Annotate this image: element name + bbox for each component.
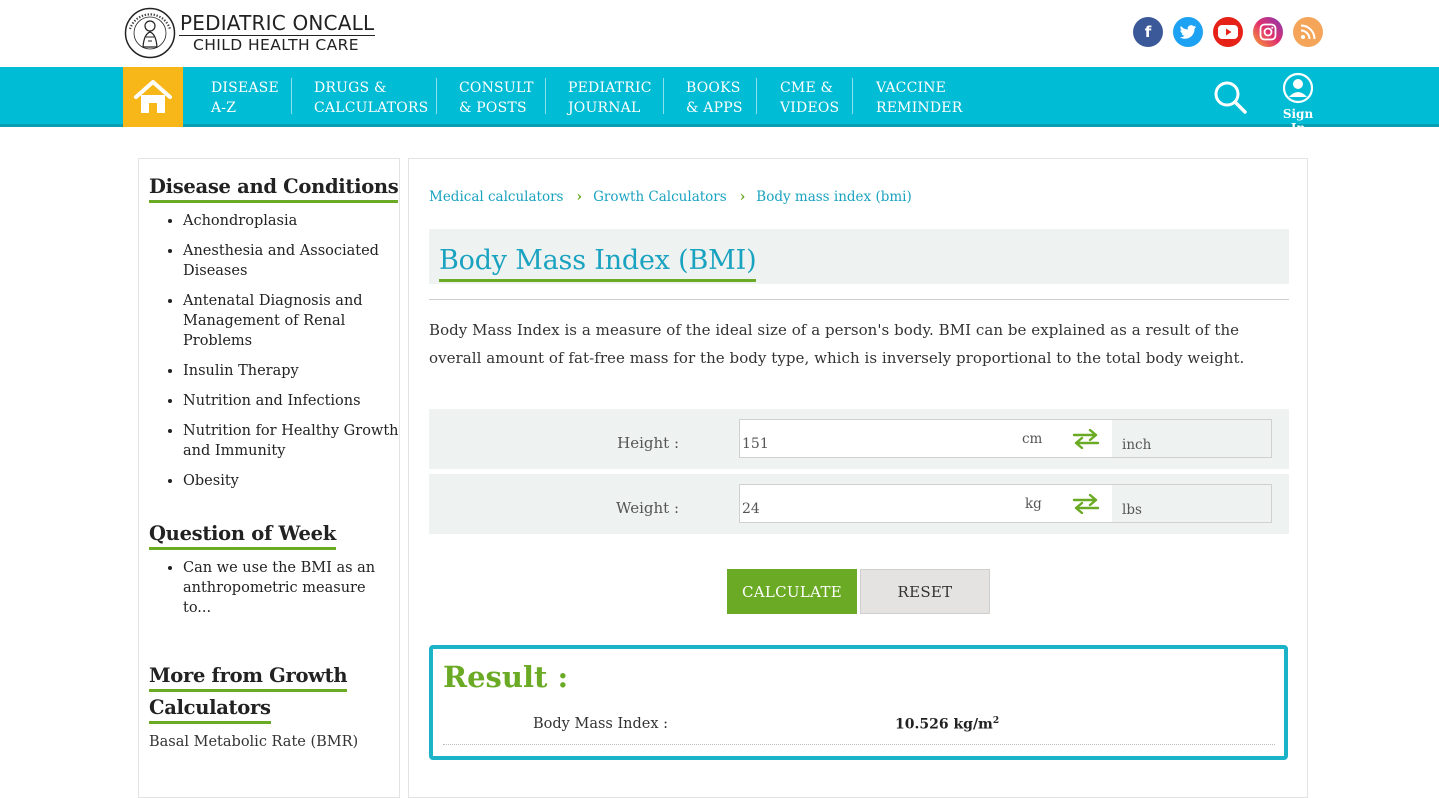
nav-label: & POSTS <box>459 100 527 116</box>
weight-unit-kg: kg <box>1025 496 1042 512</box>
facebook-icon[interactable]: f <box>1133 17 1163 47</box>
calculate-button[interactable]: CALCULATE <box>727 569 857 614</box>
nav-drugs-calculators[interactable]: DRUGS & CALCULATORS <box>314 78 428 118</box>
nav-label: REMINDER <box>876 100 963 116</box>
result-heading: Result : <box>443 660 569 694</box>
nav-label: VIDEOS <box>780 100 840 116</box>
result-unit-exponent: 2 <box>992 716 1000 726</box>
nav-pediatric-journal[interactable]: PEDIATRIC JOURNAL <box>568 78 652 118</box>
height-input[interactable] <box>740 420 1112 457</box>
list-item[interactable]: Obesity <box>183 471 399 491</box>
search-icon[interactable] <box>1212 79 1248 115</box>
page-description: Body Mass Index is a measure of the idea… <box>429 321 1245 367</box>
nav-label: CME & <box>780 80 834 96</box>
nav-cme-videos[interactable]: CME & VIDEOS <box>780 78 839 118</box>
twitter-icon[interactable] <box>1173 17 1203 47</box>
nav-label: DRUGS & <box>314 80 387 96</box>
nav-label: BOOKS <box>686 80 741 96</box>
rss-icon[interactable] <box>1293 17 1323 47</box>
main-navbar: DISEASE A-Z DRUGS & CALCULATORS CONSULT … <box>0 67 1439 135</box>
sidebar-link-bmr[interactable]: Basal Metabolic Rate (BMR) <box>149 734 358 750</box>
breadcrumb: Medical calculators › Growth Calculators… <box>429 189 912 205</box>
site-header: PEDIATRIC ONCALL CHILD HEALTH CARE f <box>0 0 1439 67</box>
nav-label: DISEASE <box>211 80 279 96</box>
breadcrumb-item[interactable]: Medical calculators <box>429 189 563 205</box>
youtube-icon[interactable] <box>1213 17 1243 47</box>
list-item[interactable]: Anesthesia and Associated Diseases <box>183 241 399 281</box>
disease-list: Achondroplasia Anesthesia and Associated… <box>139 211 399 501</box>
sign-in-button[interactable]: Sign In <box>1274 72 1322 135</box>
height-label: Height : <box>617 434 679 452</box>
nav-books-apps[interactable]: BOOKS & APPS <box>686 78 743 118</box>
page-title: Body Mass Index (BMI) <box>439 243 757 282</box>
chevron-right-icon: › <box>739 189 746 205</box>
list-item[interactable]: Antenatal Diagnosis and Management of Re… <box>183 291 399 351</box>
nav-label: A-Z <box>211 100 237 116</box>
height-field-group: cm inch <box>739 419 1272 458</box>
sidebar-heading-growth-line1: More from Growth <box>149 662 348 692</box>
breadcrumb-item[interactable]: Growth Calculators <box>593 189 727 205</box>
user-icon <box>1282 72 1314 104</box>
nav-divider <box>291 78 292 114</box>
sidebar-heading-question: Question of Week <box>149 520 336 550</box>
weight-row: Weight : kg lbs <box>429 474 1289 534</box>
home-icon <box>134 80 172 113</box>
divider <box>429 299 1289 300</box>
nav-divider <box>663 78 664 114</box>
swap-units-icon[interactable] <box>1072 494 1100 514</box>
weight-unit-lbs[interactable]: lbs <box>1122 502 1142 518</box>
height-row: Height : cm inch <box>429 409 1289 469</box>
nav-divider <box>756 78 757 114</box>
result-value-text: 10.526 kg/m <box>895 716 993 733</box>
instagram-icon[interactable] <box>1253 17 1283 47</box>
list-item[interactable]: Nutrition for Healthy Growth and Immunit… <box>183 421 399 461</box>
nav-vaccine-reminder[interactable]: VACCINE REMINDER <box>876 78 962 118</box>
nav-label: JOURNAL <box>568 100 641 116</box>
list-item[interactable]: Can we use the BMI as an anthropometric … <box>183 558 379 618</box>
nav-disease-a-z[interactable]: DISEASE A-Z <box>211 78 279 118</box>
nav-label: PEDIATRIC <box>568 80 652 96</box>
home-button[interactable] <box>123 67 183 127</box>
chevron-right-icon: › <box>576 189 583 205</box>
nav-label: & APPS <box>686 100 743 116</box>
height-unit-cm: cm <box>1022 431 1043 447</box>
nav-label: VACCINE <box>876 80 947 96</box>
main-content: Medical calculators › Growth Calculators… <box>408 158 1308 798</box>
breadcrumb-item[interactable]: Body mass index (bmi) <box>756 189 911 205</box>
result-panel: Result : Body Mass Index : 10.526 kg/m2 <box>429 645 1288 760</box>
nav-label: CONSULT <box>459 80 534 96</box>
sign-in-label: Sign In <box>1282 107 1314 135</box>
logo-title: PEDIATRIC ONCALL <box>179 10 376 36</box>
reset-button[interactable]: RESET <box>860 569 990 614</box>
question-list: Can we use the BMI as an anthropometric … <box>139 558 379 628</box>
weight-input[interactable] <box>740 485 1112 522</box>
site-logo[interactable]: PEDIATRIC ONCALL CHILD HEALTH CARE <box>124 7 376 59</box>
sidebar-heading-diseases: Disease and Conditions <box>149 173 399 203</box>
list-item[interactable]: Insulin Therapy <box>183 361 399 381</box>
nav-divider <box>852 78 853 114</box>
list-item[interactable]: Nutrition and Infections <box>183 391 399 411</box>
height-unit-inch[interactable]: inch <box>1122 437 1151 453</box>
result-label: Body Mass Index : <box>533 716 669 732</box>
sidebar-heading-growth-line2: Calculators <box>149 694 271 724</box>
page-title-box: Body Mass Index (BMI) <box>429 229 1289 284</box>
nav-label: CALCULATORS <box>314 100 429 116</box>
swap-units-icon[interactable] <box>1072 429 1100 449</box>
logo-subtitle: CHILD HEALTH CARE <box>193 35 359 54</box>
nav-divider <box>545 78 546 114</box>
sidebar: Disease and Conditions Achondroplasia An… <box>138 158 400 798</box>
nav-consult-posts[interactable]: CONSULT & POSTS <box>459 78 534 118</box>
weight-label: Weight : <box>616 499 679 517</box>
result-value: 10.526 kg/m2 <box>895 716 999 733</box>
list-item[interactable]: Achondroplasia <box>183 211 399 231</box>
divider <box>443 744 1275 745</box>
social-links: f <box>1133 17 1323 47</box>
nav-divider <box>436 78 437 114</box>
logo-seal-icon <box>124 7 176 59</box>
weight-field-group: kg lbs <box>739 484 1272 523</box>
